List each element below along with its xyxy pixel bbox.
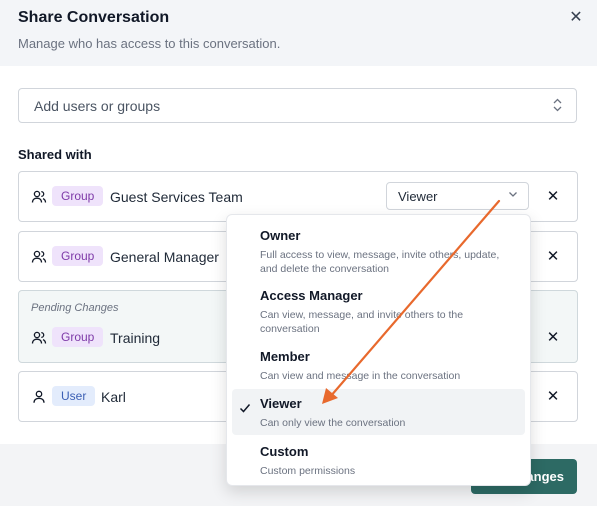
remove-icon[interactable]: ✕ — [545, 189, 561, 205]
role-option-member[interactable]: Member Can view and message in the conve… — [232, 345, 525, 385]
add-users-input[interactable]: Add users or groups — [18, 88, 577, 123]
remove-icon[interactable]: ✕ — [545, 330, 561, 346]
group-icon — [31, 189, 47, 205]
group-badge: Group — [52, 327, 104, 347]
check-icon — [239, 402, 251, 417]
role-dropdown-menu: Owner Full access to view, message, invi… — [226, 214, 531, 486]
role-select[interactable]: Viewer — [386, 182, 529, 210]
chevron-down-icon — [508, 189, 518, 202]
remove-icon[interactable]: ✕ — [545, 389, 561, 405]
group-badge: Group — [52, 186, 104, 206]
member-name: General Manager — [110, 249, 219, 265]
role-select-value: Viewer — [398, 189, 438, 204]
role-option-description: Full access to view, message, invite oth… — [260, 249, 500, 275]
role-option-title: Viewer — [260, 396, 302, 411]
group-badge: Group — [52, 246, 104, 266]
dialog-header: Share Conversation Manage who has access… — [0, 0, 597, 66]
pending-changes-label: Pending Changes — [31, 302, 119, 314]
share-dialog: Share Conversation Manage who has access… — [0, 0, 597, 506]
remove-icon[interactable]: ✕ — [545, 249, 561, 265]
role-option-title: Custom — [260, 444, 309, 459]
group-icon — [31, 330, 47, 346]
user-icon — [31, 389, 47, 405]
role-option-description: Can view and message in the conversation — [260, 370, 461, 382]
group-icon — [31, 249, 47, 265]
member-name: Guest Services Team — [110, 189, 243, 205]
chevron-updown-icon — [553, 98, 562, 113]
member-name: Training — [110, 330, 161, 346]
role-option-owner[interactable]: Owner Full access to view, message, invi… — [232, 223, 525, 279]
role-option-description: Can only view the conversation — [260, 417, 406, 429]
dialog-title: Share Conversation — [18, 9, 170, 26]
dialog-subtitle: Manage who has access to this conversati… — [18, 36, 281, 51]
role-option-description: Custom permissions — [260, 465, 356, 477]
role-option-custom[interactable]: Custom Custom permissions — [232, 439, 525, 479]
close-icon[interactable]: ✕ — [566, 8, 586, 28]
role-option-access-manager[interactable]: Access Manager Can view, message, and in… — [232, 284, 525, 340]
role-option-title: Member — [260, 349, 310, 364]
role-option-description: Can view, message, and invite others to … — [260, 309, 464, 335]
shared-with-label: Shared with — [18, 147, 92, 162]
role-option-title: Access Manager — [260, 288, 363, 303]
role-option-title: Owner — [260, 228, 301, 243]
member-name: Karl — [101, 389, 126, 405]
role-option-viewer[interactable]: Viewer Can only view the conversation — [232, 389, 525, 435]
add-users-placeholder: Add users or groups — [34, 98, 161, 114]
user-badge: User — [52, 386, 96, 406]
